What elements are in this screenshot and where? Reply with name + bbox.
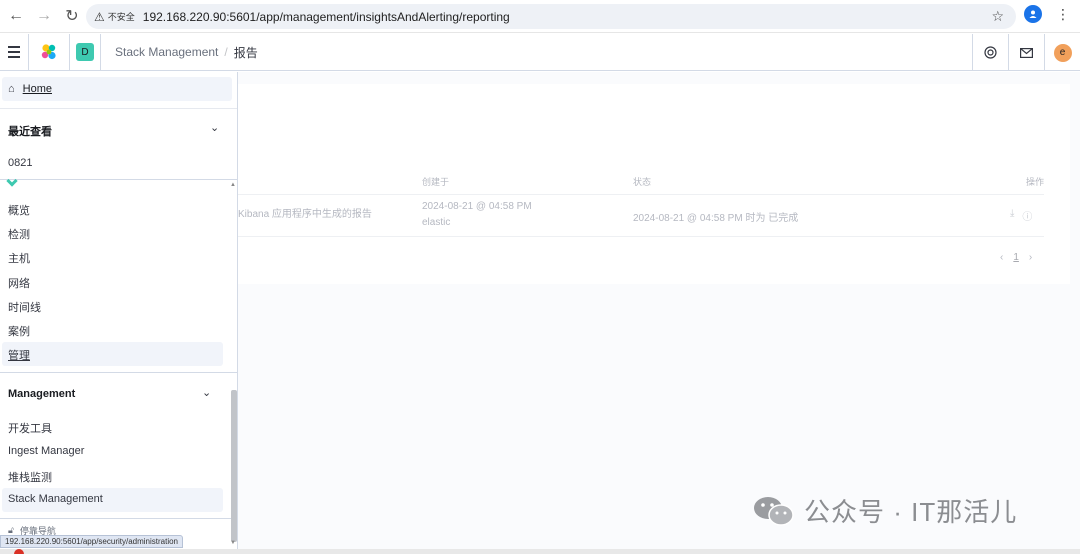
scroll-down-icon[interactable]: ▼ [230, 540, 236, 546]
watermark: 公众号 · IT那活儿 [752, 492, 1017, 529]
prev-page-icon[interactable]: ‹ [1000, 252, 1003, 263]
recently-viewed-group: 最近查看 ⌄ 0821 [0, 108, 237, 180]
menu-toggle-icon[interactable] [0, 34, 28, 71]
browser-profile-icon[interactable] [1024, 5, 1042, 23]
breadcrumb-current: 报告 [233, 45, 258, 60]
page-description: Kibana 应用程序中生成的报告 [238, 209, 372, 220]
nav-item-detections[interactable]: 检测 [8, 226, 30, 242]
help-icon[interactable] [972, 34, 1008, 71]
nav-item-overview[interactable]: 概览 [8, 202, 30, 218]
report-created-date: 2024-08-21 @ 04:58 PM [422, 201, 532, 212]
back-icon[interactable]: ← [4, 4, 28, 28]
chevron-down-icon[interactable]: ⌄ [202, 386, 211, 399]
report-created-by: elastic [422, 217, 451, 228]
kibana-header: D Stack Management / 报告 e [0, 33, 1080, 71]
recent-item[interactable]: 0821 [8, 157, 32, 169]
report-status: 2024-08-21 @ 04:58 PM 时为 已完成 [633, 213, 799, 224]
bookmark-star-icon[interactable]: ☆ [991, 8, 1004, 25]
column-header-status: 状态 [633, 177, 652, 187]
side-navigation: ⌂ Home 最近查看 ⌄ 0821 概览 检测 主机 网络 时间线 案例 管理… [0, 72, 238, 550]
watermark-text: 公众号 · IT那活儿 [804, 497, 1018, 527]
browser-toolbar: ← → ↻ ⚠ 不安全 192.168.220.90:5601/app/mana… [0, 0, 1080, 33]
home-label: Home [22, 83, 52, 95]
warning-icon: ⚠ [94, 9, 105, 24]
page-number[interactable]: 1 [1013, 252, 1019, 263]
scrollbar[interactable] [231, 390, 237, 542]
nav-item-dev-tools[interactable]: 开发工具 [8, 420, 52, 436]
chevron-down-icon[interactable]: ⌄ [210, 121, 219, 134]
breadcrumb-separator: / [224, 45, 228, 59]
nav-item-stack-management[interactable]: Stack Management [8, 493, 103, 505]
management-title[interactable]: Management [8, 388, 75, 400]
mail-icon[interactable] [1008, 34, 1044, 71]
nav-home[interactable]: ⌂ Home [2, 77, 232, 101]
nav-item-hosts[interactable]: 主机 [8, 250, 30, 266]
scroll-up-icon[interactable]: ▲ [230, 182, 236, 188]
info-icon[interactable]: ⓘ [1022, 208, 1032, 223]
space-selector[interactable]: D [76, 43, 94, 61]
recent-title[interactable]: 最近查看 [8, 123, 52, 139]
url-text[interactable]: 192.168.220.90:5601/app/management/insig… [143, 10, 510, 24]
forward-icon[interactable]: → [32, 4, 56, 28]
column-header-created[interactable]: 创建于 [422, 175, 449, 188]
address-bar[interactable]: ⚠ 不安全 192.168.220.90:5601/app/management… [86, 4, 1016, 29]
nav-item-cases[interactable]: 案例 [8, 323, 30, 339]
pagination: ‹ 1 › [1000, 252, 1032, 263]
link-preview: 192.168.220.90:5601/app/security/adminis… [0, 535, 184, 548]
nav-item-stack-monitoring[interactable]: 堆栈监测 [8, 469, 52, 485]
nav-item-network[interactable]: 网络 [8, 275, 30, 291]
column-header-actions: 操作 [1026, 177, 1045, 187]
wechat-icon [752, 494, 796, 528]
breadcrumb-stack-management[interactable]: Stack Management [115, 45, 218, 59]
download-icon[interactable]: ⤓ [1010, 208, 1014, 223]
nav-item-ingest-manager[interactable]: Ingest Manager [8, 445, 84, 457]
avatar: e [1053, 43, 1072, 62]
browser-menu-icon[interactable]: ⋮ [1056, 6, 1070, 23]
nav-item-timelines[interactable]: 时间线 [8, 299, 41, 315]
security-label: 不安全 [107, 12, 135, 22]
nav-item-administration[interactable]: 管理 [8, 347, 30, 363]
next-page-icon[interactable]: › [1029, 252, 1032, 263]
reload-icon[interactable]: ↻ [60, 4, 84, 28]
breadcrumb: Stack Management / 报告 [115, 44, 258, 61]
security-indicator[interactable]: ⚠ 不安全 [94, 10, 135, 24]
elastic-logo-icon[interactable] [29, 34, 69, 71]
home-icon: ⌂ [8, 83, 15, 95]
taskbar-app-icon[interactable] [14, 549, 24, 554]
taskbar [0, 549, 1080, 554]
user-menu[interactable]: e [1044, 34, 1080, 71]
